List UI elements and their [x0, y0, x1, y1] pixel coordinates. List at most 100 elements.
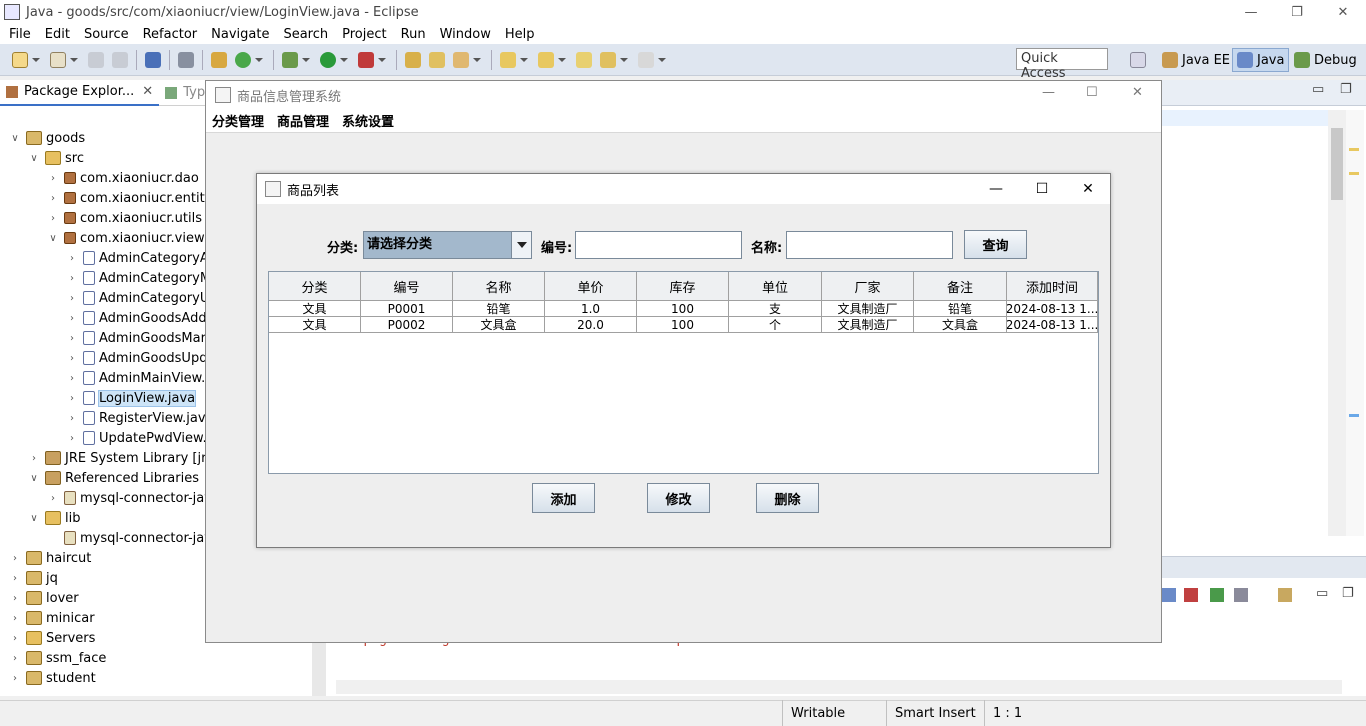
open-perspective-button[interactable]	[1126, 48, 1154, 72]
refresh-icon[interactable]	[235, 51, 251, 68]
quick-access-input[interactable]: Quick Access	[1016, 48, 1108, 81]
run-dropdown-icon[interactable]	[340, 57, 348, 62]
ruler-marker[interactable]	[1349, 414, 1359, 417]
menu-edit[interactable]: Edit	[38, 27, 77, 42]
menu-source[interactable]: Source	[77, 27, 136, 42]
menu-refactor[interactable]: Refactor	[136, 27, 205, 42]
chevron-right-icon[interactable]: ›	[10, 573, 20, 584]
delete-button[interactable]: 删除	[756, 483, 819, 513]
tree-item[interactable]: › AdminMainView.j	[67, 368, 209, 388]
chevron-right-icon[interactable]: ›	[10, 593, 20, 604]
tree-item[interactable]: › student	[10, 668, 96, 688]
close-tab-icon[interactable]: ✕	[142, 84, 153, 99]
tree-item[interactable]: › AdminGoodsUpd	[67, 348, 207, 368]
tree-item[interactable]: ∨ lib	[29, 508, 80, 528]
pen-dropdown-icon[interactable]	[473, 57, 481, 62]
tree-item[interactable]: ∨ com.xiaoniucr.view	[48, 228, 204, 248]
chevron-right-icon[interactable]: ›	[67, 413, 77, 424]
edit-button[interactable]: 修改	[647, 483, 710, 513]
new-java-icon[interactable]	[50, 51, 66, 68]
console-icon[interactable]	[145, 51, 161, 68]
chevron-right-icon[interactable]: ›	[67, 253, 77, 264]
forward-dropdown-icon[interactable]	[658, 57, 666, 62]
tree-item[interactable]: › AdminCategoryM	[67, 268, 211, 288]
tree-item[interactable]: › AdminCategoryU	[67, 288, 209, 308]
tree-item[interactable]: › haircut	[10, 548, 91, 568]
chevron-right-icon[interactable]: ›	[10, 553, 20, 564]
chevron-down-icon[interactable]: ∨	[48, 233, 58, 244]
perspective-java-ee[interactable]: Java EE	[1158, 48, 1234, 72]
table-row[interactable]: 文具 P0002 文具盒 20.0 100 个文具制造厂 文具盒 2024-08-13 1..…	[269, 317, 1098, 333]
chevron-right-icon[interactable]: ›	[10, 633, 20, 644]
prev-annotation-dropdown-icon[interactable]	[558, 57, 566, 62]
menu-project[interactable]: Project	[335, 27, 393, 42]
menu-help[interactable]: Help	[498, 27, 542, 42]
main-close-icon[interactable]: ✕	[1132, 85, 1143, 100]
main-maximize-icon[interactable]: ☐	[1086, 85, 1098, 100]
forward-icon[interactable]	[638, 51, 654, 68]
frame-minimize-icon[interactable]: —	[973, 174, 1019, 204]
chevron-right-icon[interactable]: ›	[10, 653, 20, 664]
frame-close-icon[interactable]: ✕	[1065, 174, 1111, 204]
tree-item[interactable]: › UpdatePwdView.j	[67, 428, 210, 448]
menu-run[interactable]: Run	[394, 27, 433, 42]
tree-item[interactable]: ∨ Referenced Libraries	[29, 468, 199, 488]
new-icon[interactable]	[12, 51, 28, 68]
display-console-icon[interactable]	[1234, 588, 1248, 602]
ruler-marker[interactable]	[1349, 148, 1359, 151]
chevron-right-icon[interactable]: ›	[67, 373, 77, 384]
menu-goods-management[interactable]: 商品管理	[277, 111, 336, 130]
remove-launch-icon[interactable]	[1184, 588, 1198, 602]
column-header[interactable]: 分类	[269, 272, 361, 301]
tree-item[interactable]: › jq	[10, 568, 58, 588]
next-annotation-icon[interactable]	[500, 51, 516, 68]
column-header[interactable]: 厂家	[822, 272, 914, 301]
pen-icon[interactable]	[453, 51, 469, 68]
refresh-dropdown-icon[interactable]	[255, 57, 263, 62]
tree-item[interactable]: › ssm_face	[10, 648, 106, 668]
tree-item[interactable]: › AdminCategoryAd	[67, 248, 217, 268]
editor-scrollbar[interactable]	[1328, 110, 1346, 536]
perspective-debug[interactable]: Debug	[1290, 48, 1361, 72]
name-input[interactable]	[786, 231, 953, 259]
back-icon[interactable]	[600, 51, 616, 68]
column-header[interactable]: 库存	[637, 272, 729, 301]
minimize-icon[interactable]: —	[1228, 0, 1274, 24]
pin-console-icon[interactable]	[1210, 588, 1224, 602]
tree-item[interactable]: ∨ src	[29, 148, 84, 168]
save-icon[interactable]	[88, 51, 104, 68]
chevron-right-icon[interactable]: ›	[29, 453, 39, 464]
chevron-right-icon[interactable]: ›	[48, 493, 58, 504]
tree-item[interactable]: › minicar	[10, 608, 95, 628]
chevron-right-icon[interactable]: ›	[10, 673, 20, 684]
chevron-right-icon[interactable]: ›	[48, 193, 58, 204]
maximize-view-icon[interactable]: ❐	[1340, 82, 1352, 97]
chevron-right-icon[interactable]: ›	[67, 293, 77, 304]
package-icon[interactable]	[211, 51, 227, 68]
chevron-right-icon[interactable]: ›	[67, 313, 77, 324]
tab-package-explorer[interactable]: Package Explor... ✕	[0, 79, 160, 106]
tree-item[interactable]: › lover	[10, 588, 79, 608]
perspective-java[interactable]: Java	[1232, 48, 1290, 72]
main-minimize-icon[interactable]: —	[1042, 85, 1055, 100]
menu-search[interactable]: Search	[276, 27, 335, 42]
column-header[interactable]: 备注	[914, 272, 1007, 301]
chevron-right-icon[interactable]: ›	[67, 333, 77, 344]
column-header[interactable]: 名称	[453, 272, 545, 301]
tree-item[interactable]: › AdminGoodsAdd	[67, 308, 207, 328]
chevron-down-icon[interactable]: ∨	[29, 153, 39, 164]
tree-item[interactable]: › JRE System Library [jre1	[29, 448, 222, 468]
tree-item[interactable]: › Servers	[10, 628, 95, 648]
chevron-right-icon[interactable]: ›	[67, 393, 77, 404]
category-select[interactable]: 请选择分类	[363, 231, 532, 259]
close-icon[interactable]: ✕	[1320, 0, 1366, 24]
column-header[interactable]: 单价	[545, 272, 637, 301]
open-type-icon[interactable]	[405, 51, 421, 68]
save-all-icon[interactable]	[112, 51, 128, 68]
prev-annotation-icon[interactable]	[538, 51, 554, 68]
tree-item[interactable]: › mysql-connector-jav	[48, 488, 212, 508]
tree-item[interactable]: ∨ goods	[10, 128, 85, 148]
external-tools-icon[interactable]	[358, 51, 374, 68]
ruler-marker[interactable]	[1349, 172, 1359, 175]
chevron-down-icon[interactable]	[511, 232, 531, 258]
